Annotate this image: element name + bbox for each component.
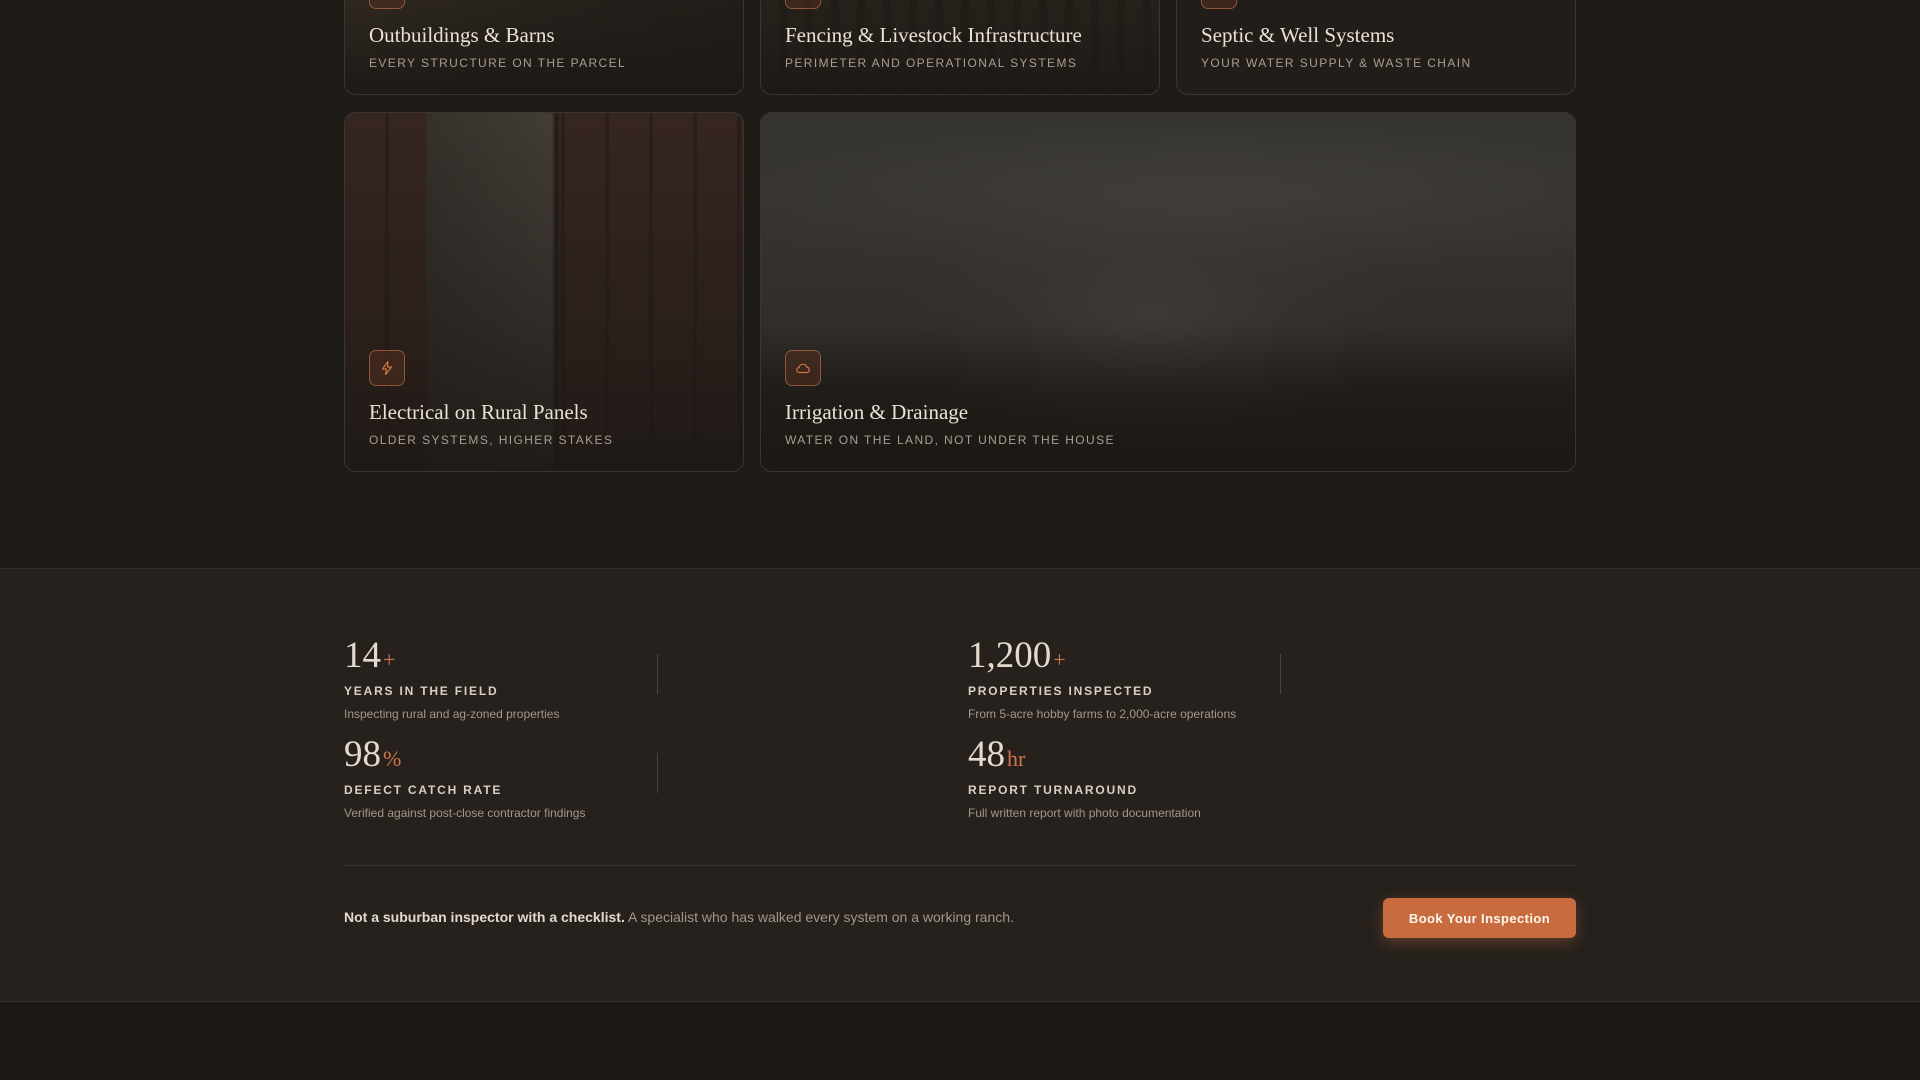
- card-subtitle: OLDER SYSTEMS, HIGHER STAKES: [369, 433, 614, 447]
- card-subtitle: EVERY STRUCTURE ON THE PARCEL: [369, 56, 627, 70]
- card-title: Irrigation & Drainage: [785, 400, 969, 424]
- lightning-icon: [369, 350, 405, 386]
- book-inspection-button[interactable]: Book Your Inspection: [1383, 898, 1576, 938]
- service-card-fencing[interactable]: Fencing & Livestock Infrastructure PERIM…: [760, 0, 1160, 95]
- stat-description: From 5-acre hobby farms to 2,000-acre op…: [968, 707, 1237, 721]
- card-subtitle: WATER ON THE LAND, NOT UNDER THE HOUSE: [785, 433, 1115, 447]
- service-card-irrigation[interactable]: Irrigation & Drainage WATER ON THE LAND,…: [760, 112, 1576, 472]
- stat-suffix: +: [383, 647, 396, 672]
- service-card-electrical[interactable]: Electrical on Rural Panels OLDER SYSTEMS…: [344, 112, 744, 472]
- stat-description: Verified against post-close contractor f…: [344, 806, 586, 820]
- stat-suffix: +: [1053, 647, 1066, 672]
- service-card-outbuildings[interactable]: Outbuildings & Barns EVERY STRUCTURE ON …: [344, 0, 744, 95]
- card-title: Electrical on Rural Panels: [369, 400, 588, 424]
- card-subtitle: YOUR WATER SUPPLY & WASTE CHAIN: [1201, 56, 1472, 70]
- tagline-emphasis: Not a suburban inspector with a checklis…: [344, 909, 625, 925]
- stat-turnaround: 48 hr REPORT TURNAROUND Full written repo…: [968, 736, 1288, 820]
- footer-strip: [0, 1002, 1920, 1080]
- stat-value: 14: [344, 635, 381, 676]
- stat-suffix: %: [383, 746, 402, 771]
- cta-tagline: Not a suburban inspector with a checklis…: [344, 909, 1014, 925]
- card-title: Fencing & Livestock Infrastructure: [785, 23, 1082, 47]
- stat-value: 1,200: [968, 635, 1052, 676]
- services-grid: Outbuildings & Barns EVERY STRUCTURE ON …: [0, 0, 1920, 568]
- stat-divider: [657, 654, 658, 694]
- stat-label: DEFECT CATCH RATE: [344, 783, 503, 797]
- section-divider: [344, 865, 1576, 866]
- stat-label: PROPERTIES INSPECTED: [968, 684, 1154, 698]
- stat-divider: [1280, 654, 1281, 694]
- card-title: Septic & Well Systems: [1201, 23, 1395, 47]
- barn-icon: [369, 0, 405, 9]
- stat-catch-rate: 98% DEFECT CATCH RATE Verified against p…: [344, 736, 664, 820]
- stat-description: Inspecting rural and ag-zoned properties: [344, 707, 560, 721]
- stat-years: 14 + YEARS IN THE FIELD Inspecting rural …: [344, 637, 664, 721]
- tagline-text: A specialist who has walked every system…: [627, 909, 1014, 925]
- stat-description: Full written report with photo documenta…: [968, 806, 1201, 820]
- service-card-septic[interactable]: Septic & Well Systems YOUR WATER SUPPLY …: [1176, 0, 1576, 95]
- stat-value: 98: [344, 734, 381, 775]
- stat-value: 48: [968, 734, 1005, 775]
- water-drop-icon: [1201, 0, 1237, 9]
- stat-suffix: hr: [1007, 746, 1026, 771]
- stat-properties: 1,200 + PROPERTIES INSPECTED From 5-acre …: [968, 637, 1288, 721]
- stat-divider: [657, 753, 658, 793]
- stats-section: 14 + YEARS IN THE FIELD Inspecting rural …: [0, 568, 1920, 1002]
- card-subtitle: PERIMETER AND OPERATIONAL SYSTEMS: [785, 56, 1078, 70]
- card-title: Outbuildings & Barns: [369, 23, 555, 47]
- fence-icon: [785, 0, 821, 9]
- stat-label: YEARS IN THE FIELD: [344, 684, 499, 698]
- cloud-icon: [785, 350, 821, 386]
- stat-label: REPORT TURNAROUND: [968, 783, 1138, 797]
